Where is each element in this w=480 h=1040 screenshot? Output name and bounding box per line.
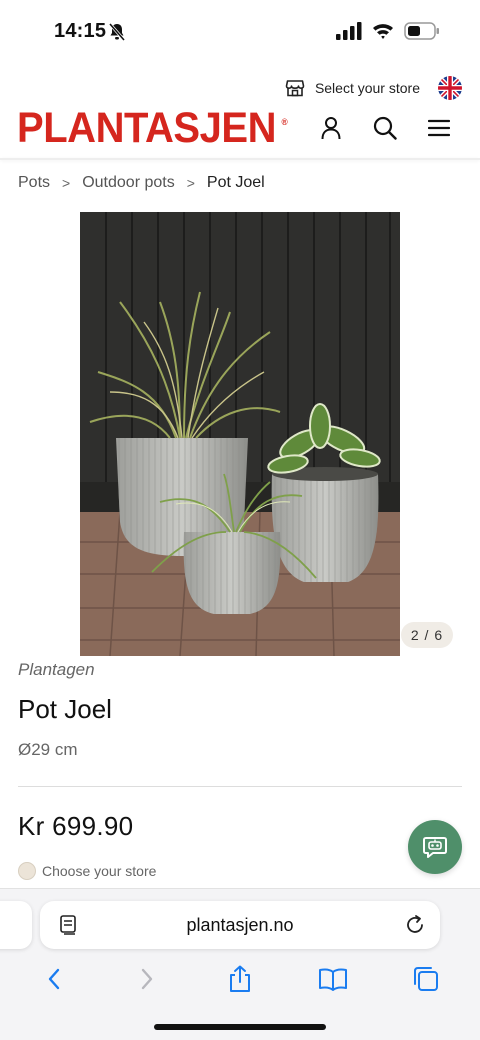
- back-icon: [49, 968, 60, 990]
- browser-bar: plantasjen.no: [0, 888, 480, 1040]
- forward-button[interactable]: [127, 963, 167, 995]
- cellular-signal-icon: [336, 22, 362, 40]
- bookmarks-icon: [318, 968, 347, 991]
- status-icons: [336, 22, 440, 40]
- address-bar[interactable]: plantasjen.no: [40, 901, 440, 949]
- menu-icon: [428, 119, 450, 137]
- tabs-button[interactable]: [406, 963, 446, 995]
- chat-bot-icon: [423, 837, 447, 858]
- reader-icon[interactable]: [58, 914, 80, 936]
- select-store-label: Select your store: [314, 80, 420, 96]
- uk-flag-icon[interactable]: [438, 76, 462, 100]
- breadcrumb: Pots > Outdoor pots > Pot Joel: [18, 174, 265, 192]
- store-icon: [285, 80, 305, 97]
- battery-icon: [404, 22, 439, 40]
- url-text: plantasjen.no: [186, 914, 294, 935]
- product-photo: [80, 212, 400, 656]
- previous-tab-preview[interactable]: [0, 901, 32, 949]
- share-icon: [229, 965, 250, 992]
- logo-registered-mark: ®: [281, 117, 288, 127]
- reload-icon[interactable]: [404, 914, 426, 936]
- store-availability-dot-icon: [18, 862, 36, 880]
- choose-store-label: Choose your store: [42, 863, 157, 879]
- search-icon: [373, 116, 397, 140]
- bookmarks-button[interactable]: [313, 963, 353, 995]
- chat-button[interactable]: [408, 820, 462, 874]
- image-counter-badge: 2 / 6: [401, 622, 453, 648]
- silent-bell-icon: [108, 23, 126, 41]
- logo-text: PLANTASJEN: [17, 104, 277, 152]
- back-button[interactable]: [34, 963, 74, 995]
- home-indicator: [154, 1024, 326, 1030]
- breadcrumb-item-pots[interactable]: Pots: [18, 174, 50, 192]
- search-button[interactable]: [372, 115, 398, 141]
- forward-icon: [141, 968, 153, 990]
- wifi-icon: [373, 24, 393, 39]
- select-store-button[interactable]: Select your store: [285, 76, 462, 100]
- product-price: Kr 699.90: [18, 811, 134, 841]
- header-divider: [0, 158, 480, 160]
- product-brand[interactable]: Plantagen: [18, 660, 95, 680]
- breadcrumb-item-current: Pot Joel: [206, 174, 265, 191]
- browser-toolbar: [0, 963, 480, 995]
- header-actions: [318, 115, 452, 141]
- price-divider: [18, 786, 462, 787]
- breadcrumb-separator-icon: >: [62, 175, 71, 191]
- account-button[interactable]: [318, 115, 344, 141]
- menu-button[interactable]: [426, 115, 452, 141]
- product-size: Ø29 cm: [18, 740, 78, 759]
- share-button[interactable]: [220, 963, 260, 995]
- status-time: 14:15: [54, 20, 107, 42]
- user-icon: [321, 117, 341, 140]
- breadcrumb-separator-icon: >: [186, 175, 195, 191]
- plantasjen-logo[interactable]: PLANTASJEN ®: [17, 104, 288, 152]
- product-title: Pot Joel: [18, 694, 112, 724]
- tabs-icon: [413, 967, 438, 991]
- breadcrumb-item-outdoor-pots[interactable]: Outdoor pots: [82, 174, 175, 192]
- choose-store-button[interactable]: Choose your store: [18, 862, 156, 880]
- status-bar: 14:15: [0, 0, 480, 64]
- product-image[interactable]: [80, 212, 400, 656]
